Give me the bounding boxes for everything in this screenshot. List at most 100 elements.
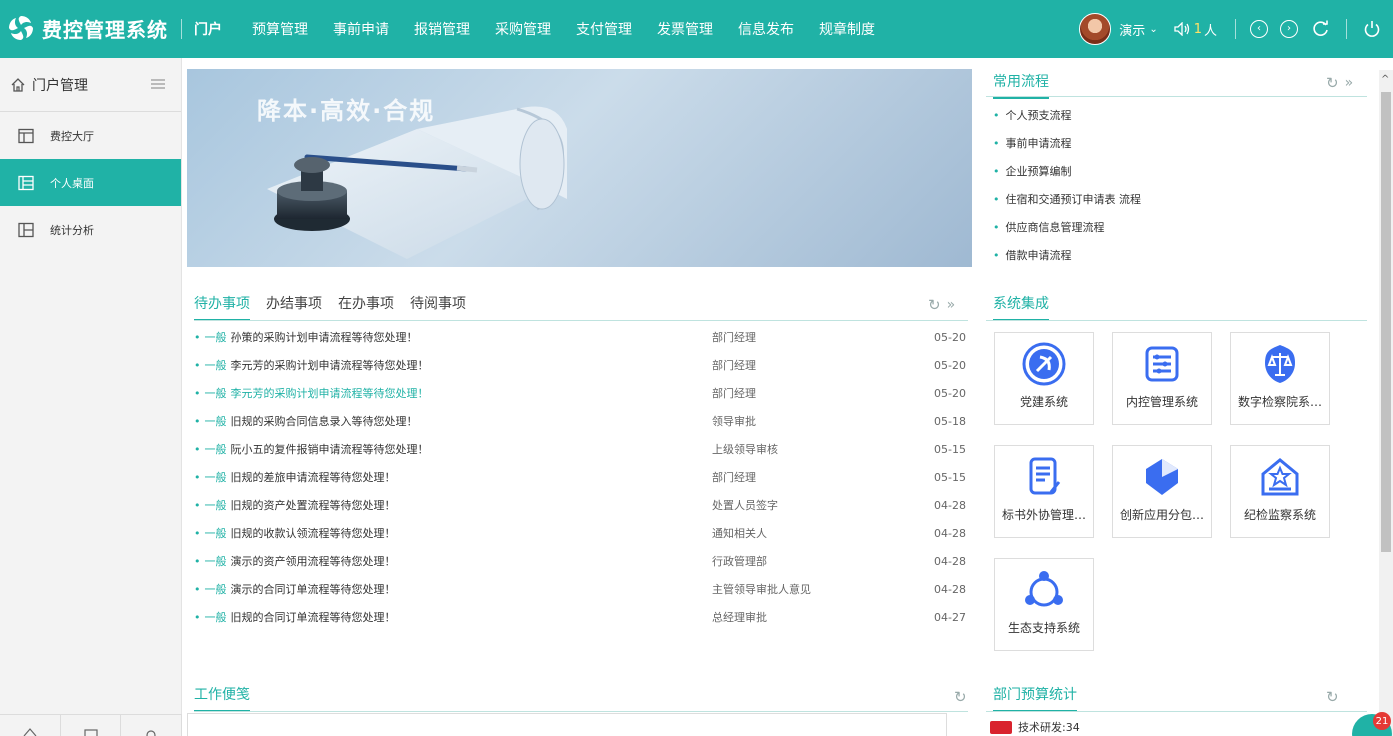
table-row[interactable]: • 一般 演示的合同订单流程等待您处理！ 主管领导审批人意见 04-28	[194, 575, 968, 603]
todo-title[interactable]: 李元芳的采购计划申请流程等待您处理！	[231, 385, 701, 401]
power-icon[interactable]	[1361, 18, 1383, 40]
back-icon[interactable]: ‹	[1250, 20, 1268, 38]
table-row[interactable]: • 一般 旧规的资产处置流程等待您处理！ 处置人员签字 04-28	[194, 491, 968, 519]
bullet-icon: •	[194, 414, 201, 428]
systems-title: 系统集成	[993, 293, 1049, 321]
user-name[interactable]: 演示	[1119, 20, 1145, 39]
online-users[interactable]: 1 人	[1174, 20, 1217, 39]
todo-controls: ↻ »	[928, 296, 955, 314]
flow-label[interactable]: 企业预算编制	[1006, 163, 1072, 179]
table-row[interactable]: • 一般 孙策的采购计划申请流程等待您处理！ 部门经理 05-20	[194, 323, 968, 351]
online-unit: 人	[1203, 23, 1217, 39]
refresh-icon[interactable]: ↻	[928, 296, 941, 314]
toolbar-divider	[1346, 19, 1347, 39]
todo-title[interactable]: 旧规的合同订单流程等待您处理！	[231, 609, 701, 625]
flow-label[interactable]: 住宿和交通预订申请表 流程	[1006, 191, 1142, 207]
priority-label: 一般	[204, 359, 227, 372]
todo-title[interactable]: 旧规的收款认领流程等待您处理！	[231, 525, 701, 541]
list-item[interactable]: • 借款申请流程	[993, 241, 1363, 269]
todo-title[interactable]: 阮小五的复件报销申请流程等待您处理！	[231, 441, 701, 457]
menu-icon[interactable]	[151, 78, 165, 90]
nav-item-portal[interactable]: 门户	[194, 19, 222, 39]
tab-pending[interactable]: 待办事项	[194, 293, 250, 321]
flow-label[interactable]: 事前申请流程	[1006, 135, 1072, 151]
house-star-icon	[1261, 458, 1299, 496]
todo-title[interactable]: 旧规的采购合同信息录入等待您处理！	[231, 413, 701, 429]
list-item[interactable]: • 个人预支流程	[993, 101, 1363, 129]
scrollbar-thumb[interactable]	[1381, 92, 1391, 552]
tab-to-read[interactable]: 待阅事项	[410, 293, 466, 321]
scroll-up-icon[interactable]: ^	[1381, 74, 1389, 85]
top-bar: 费控管理系统 门户 预算管理 事前申请 报销管理 采购管理 支付管理 发票管理 …	[0, 0, 1393, 58]
sidebar-item-hall[interactable]: 费控大厅	[0, 112, 181, 159]
footer-mail-icon[interactable]	[61, 715, 122, 736]
system-card-innovation[interactable]: 创新应用分包…	[1112, 445, 1212, 538]
todo-dept: 处置人员签字	[712, 499, 778, 512]
todo-title[interactable]: 演示的合同订单流程等待您处理！	[231, 581, 701, 597]
nav-item-reimbursement[interactable]: 报销管理	[414, 19, 470, 39]
flow-label[interactable]: 供应商信息管理流程	[1006, 219, 1105, 235]
forward-icon[interactable]: ›	[1280, 20, 1298, 38]
system-card-tender[interactable]: 标书外协管理…	[994, 445, 1094, 538]
nav-item-regulations[interactable]: 规章制度	[819, 19, 875, 39]
sidebar-item-personal-desktop[interactable]: 个人桌面	[0, 159, 181, 206]
tab-completed[interactable]: 办结事项	[266, 293, 322, 321]
tab-in-progress[interactable]: 在办事项	[338, 293, 394, 321]
hero-banner: 降本·高效·合规	[187, 69, 972, 267]
refresh-icon[interactable]: ↻	[1326, 74, 1339, 92]
scrollbar[interactable]: ^	[1379, 70, 1393, 736]
todo-title[interactable]: 李元芳的采购计划申请流程等待您处理！	[231, 357, 701, 373]
nav-item-procurement[interactable]: 采购管理	[495, 19, 551, 39]
list-item[interactable]: • 企业预算编制	[993, 157, 1363, 185]
todo-divider	[194, 320, 968, 321]
flow-label[interactable]: 个人预支流程	[1006, 107, 1072, 123]
nav-item-pre-application[interactable]: 事前申请	[333, 19, 389, 39]
refresh-icon[interactable]: ↻	[954, 688, 967, 706]
more-icon[interactable]: »	[947, 297, 956, 313]
system-card-discipline[interactable]: 纪检监察系统	[1230, 445, 1330, 538]
footer-home-icon[interactable]	[0, 715, 61, 736]
todo-title[interactable]: 孙策的采购计划申请流程等待您处理！	[231, 329, 701, 345]
system-card-internal-control[interactable]: 内控管理系统	[1112, 332, 1212, 425]
sidebar-item-statistics[interactable]: 统计分析	[0, 206, 181, 253]
system-card-digital-procuratorate[interactable]: 数字检察院系…	[1230, 332, 1330, 425]
list-item[interactable]: • 事前申请流程	[993, 129, 1363, 157]
footer-settings-icon[interactable]	[121, 715, 183, 736]
todo-title[interactable]: 旧规的差旅申请流程等待您处理！	[231, 469, 701, 485]
table-row[interactable]: • 一般 旧规的差旅申请流程等待您处理！ 部门经理 05-15	[194, 463, 968, 491]
nav-item-payment[interactable]: 支付管理	[576, 19, 632, 39]
priority-label: 一般	[204, 387, 227, 400]
todo-date: 04-28	[934, 582, 966, 596]
avatar[interactable]	[1079, 13, 1112, 45]
app-logo[interactable]: 费控管理系统	[6, 12, 168, 44]
table-row[interactable]: • 一般 阮小五的复件报销申请流程等待您处理！ 上级领导审核 05-15	[194, 435, 968, 463]
memo-textarea[interactable]	[187, 713, 947, 736]
flow-label[interactable]: 借款申请流程	[1006, 247, 1072, 263]
budget-legend[interactable]: 技术研发:34	[990, 719, 1080, 735]
list-item[interactable]: • 住宿和交通预订申请表 流程	[993, 185, 1363, 213]
refresh-icon[interactable]	[1310, 18, 1332, 40]
nav-item-info-release[interactable]: 信息发布	[738, 19, 794, 39]
table-row[interactable]: • 一般 李元芳的采购计划申请流程等待您处理！ 部门经理 05-20	[194, 379, 968, 407]
system-card-ecology[interactable]: 生态支持系统	[994, 558, 1094, 651]
table-row[interactable]: • 一般 演示的资产领用流程等待您处理！ 行政管理部 04-28	[194, 547, 968, 575]
nav-item-budget[interactable]: 预算管理	[252, 19, 308, 39]
list-item[interactable]: • 供应商信息管理流程	[993, 213, 1363, 241]
table-row[interactable]: • 一般 旧规的收款认领流程等待您处理！ 通知相关人 04-28	[194, 519, 968, 547]
refresh-icon[interactable]: ↻	[1326, 688, 1339, 706]
table-row[interactable]: • 一般 旧规的采购合同信息录入等待您处理！ 领导审批 05-18	[194, 407, 968, 435]
nav-item-invoice[interactable]: 发票管理	[657, 19, 713, 39]
table-row[interactable]: • 一般 旧规的合同订单流程等待您处理！ 总经理审批 04-27	[194, 603, 968, 631]
columns-icon	[18, 222, 34, 237]
bullet-icon: •	[993, 220, 1000, 234]
todo-title[interactable]: 旧规的资产处置流程等待您处理！	[231, 497, 701, 513]
common-flows-title: 常用流程	[993, 71, 1049, 99]
table-row[interactable]: • 一般 李元芳的采购计划申请流程等待您处理！ 部门经理 05-20	[194, 351, 968, 379]
priority-label: 一般	[204, 555, 227, 568]
layout-icon	[18, 175, 34, 190]
more-icon[interactable]: »	[1345, 75, 1354, 91]
system-card-party[interactable]: 党建系统	[994, 332, 1094, 425]
bullet-icon: •	[194, 582, 201, 596]
chevron-down-icon[interactable]: ⌄	[1149, 24, 1157, 35]
todo-title[interactable]: 演示的资产领用流程等待您处理！	[231, 553, 701, 569]
